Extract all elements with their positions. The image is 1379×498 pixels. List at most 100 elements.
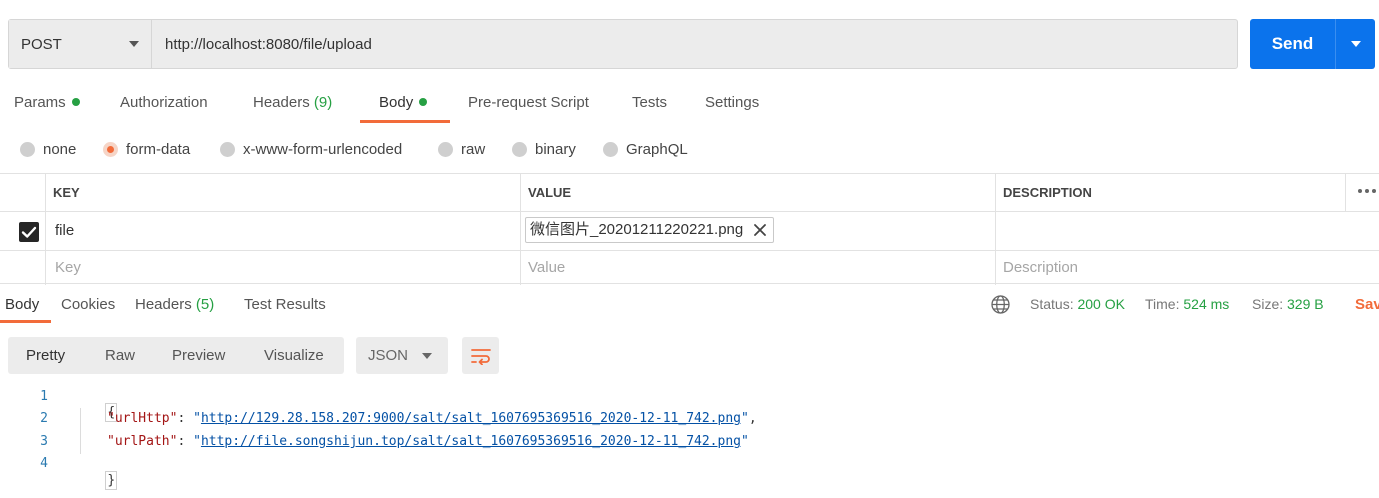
json-colon: :	[177, 434, 194, 449]
time-readout: Time: 524 ms	[1145, 291, 1229, 319]
view-mode-group: Pretty Raw Preview Visualize	[8, 337, 344, 374]
response-tab-test-results[interactable]: Test Results	[244, 291, 326, 319]
view-preview-button[interactable]: Preview	[172, 337, 225, 374]
status-dot	[419, 98, 428, 106]
view-pretty-button[interactable]: Pretty	[26, 337, 65, 374]
json-colon: :	[177, 411, 194, 426]
globe-icon[interactable]	[990, 294, 1011, 315]
format-label: JSON	[368, 347, 409, 364]
column-header-key: KEY	[53, 185, 80, 200]
save-response-button[interactable]: Save Response	[1355, 291, 1379, 319]
file-name: 微信图片_20201211220221.png	[530, 221, 744, 238]
code-line: "urlPath": "http://file.songshijun.top/s…	[107, 434, 749, 449]
body-type-label: none	[43, 140, 77, 158]
status-label: Status:	[1030, 296, 1074, 312]
json-quote: "	[740, 434, 749, 449]
json-quote: "	[193, 434, 201, 449]
line-number: 4	[40, 456, 48, 471]
chevron-down-icon	[422, 353, 432, 359]
request-tabs: Params Authorization Headers (9) Body Pr…	[0, 88, 800, 124]
send-button-group: Send	[1250, 19, 1375, 69]
tab-pre-request-script[interactable]: Pre-request Script	[468, 88, 589, 124]
new-value-input[interactable]: Value	[528, 251, 565, 284]
more-dots-icon[interactable]	[1358, 189, 1376, 193]
body-type-graphql[interactable]: GraphQL	[603, 134, 688, 164]
response-tab-body[interactable]: Body	[5, 291, 39, 319]
radio-selected-icon	[103, 141, 118, 157]
close-brace: }	[105, 471, 118, 490]
row-key[interactable]: file	[55, 212, 74, 251]
active-tab-indicator	[360, 120, 450, 123]
tab-params[interactable]: Params	[14, 88, 80, 124]
code-line: "urlHttp": "http://129.28.158.207:9000/s…	[107, 411, 757, 426]
radio-icon	[512, 141, 527, 157]
format-select[interactable]: JSON	[356, 337, 448, 374]
radio-icon	[603, 141, 618, 157]
tab-label: Body	[379, 94, 414, 111]
size-label: Size:	[1252, 296, 1284, 312]
tab-label: Params	[14, 94, 66, 111]
body-type-none[interactable]: none	[20, 134, 76, 164]
size-readout: Size: 329 B	[1252, 291, 1324, 319]
wrap-lines-button[interactable]	[462, 337, 499, 374]
response-body-code[interactable]: 1 2 3 4 { "urlHttp": "http://129.28.158.…	[0, 386, 1379, 496]
request-bar: POST http://localhost:8080/file/upload	[8, 19, 1238, 69]
table-row: file 微信图片_20201211220221.png	[0, 212, 1379, 251]
radio-icon	[438, 141, 453, 157]
new-description-input[interactable]: Description	[1003, 251, 1078, 284]
tab-label: Pre-request Script	[468, 94, 589, 111]
url-input[interactable]: http://localhost:8080/file/upload	[152, 20, 1237, 68]
body-type-raw[interactable]: raw	[438, 134, 485, 164]
body-type-x-www-form-urlencoded[interactable]: x-www-form-urlencoded	[220, 134, 402, 164]
method-select[interactable]: POST	[9, 20, 152, 68]
body-type-form-data[interactable]: form-data	[103, 134, 190, 164]
tab-tests[interactable]: Tests	[632, 88, 667, 124]
tab-label: Tests	[632, 94, 668, 111]
send-button[interactable]: Send	[1250, 19, 1336, 69]
tab-count: (5)	[195, 296, 215, 313]
response-tab-cookies[interactable]: Cookies	[61, 291, 115, 319]
json-key: "urlPath"	[107, 434, 178, 449]
body-type-label: binary	[535, 140, 576, 158]
tab-headers[interactable]: Headers (9)	[253, 88, 332, 124]
response-tabs: Body Cookies Headers (5) Test Results	[0, 291, 900, 321]
new-key-input[interactable]: Key	[55, 251, 81, 284]
tab-body[interactable]: Body	[379, 88, 428, 124]
status-dot	[71, 98, 80, 106]
chevron-down-icon	[129, 41, 139, 47]
time-label: Time:	[1145, 296, 1180, 312]
json-comma: ,	[748, 411, 757, 426]
view-raw-button[interactable]: Raw	[105, 337, 135, 374]
view-visualize-button[interactable]: Visualize	[264, 337, 324, 374]
body-type-options: none form-data x-www-form-urlencoded raw…	[0, 134, 800, 164]
method-label: POST	[21, 35, 62, 53]
column-header-value: VALUE	[528, 185, 572, 200]
json-key: "urlHttp"	[107, 411, 178, 426]
body-type-binary[interactable]: binary	[512, 134, 576, 164]
time-value: 524 ms	[1183, 296, 1230, 312]
column-header-description: DESCRIPTION	[1003, 185, 1092, 200]
form-data-table: KEY VALUE DESCRIPTION file 微信图片_20201211…	[0, 173, 1379, 285]
response-tab-headers[interactable]: Headers (5)	[135, 291, 214, 319]
close-icon[interactable]	[752, 222, 768, 238]
chevron-down-icon	[1350, 41, 1361, 47]
url-text: http://localhost:8080/file/upload	[165, 35, 372, 53]
status-value: 200 OK	[1077, 296, 1125, 312]
tab-label: Settings	[705, 94, 760, 111]
radio-icon	[20, 141, 35, 157]
line-number: 3	[40, 434, 48, 449]
url-http-link[interactable]: http://129.28.158.207:9000/salt/salt_160…	[201, 411, 741, 426]
wrap-lines-icon	[470, 348, 491, 365]
body-type-label: raw	[461, 140, 486, 158]
line-number: 1	[40, 389, 48, 404]
file-chip[interactable]: 微信图片_20201211220221.png	[525, 217, 775, 243]
checkbox-checked-icon[interactable]	[19, 222, 39, 242]
tab-settings[interactable]: Settings	[705, 88, 759, 124]
tab-label: Headers	[135, 296, 192, 313]
url-path-link[interactable]: http://file.songshijun.top/salt/salt_160…	[201, 434, 741, 449]
size-value: 329 B	[1287, 296, 1324, 312]
line-number: 2	[40, 411, 48, 426]
send-options-button[interactable]	[1336, 19, 1375, 69]
tab-authorization[interactable]: Authorization	[120, 88, 208, 124]
table-header-row: KEY VALUE DESCRIPTION	[0, 174, 1379, 212]
